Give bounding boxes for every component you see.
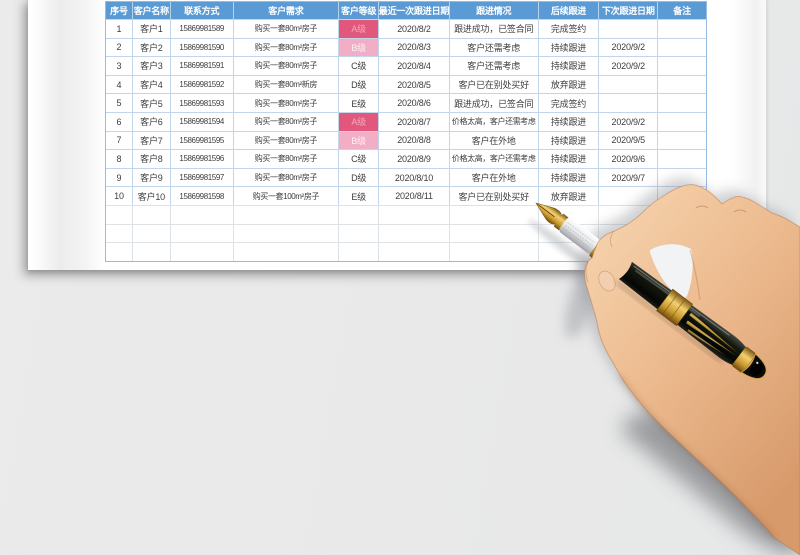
desk-background: 序号 客户名称 联系方式 客户需求 客户等级 最近一次跟进日期 跟进情况 后续跟进 下次跟进日期…	[0, 0, 800, 555]
right-hand	[584, 184, 800, 555]
hand-pen-overlay	[528, 177, 800, 555]
